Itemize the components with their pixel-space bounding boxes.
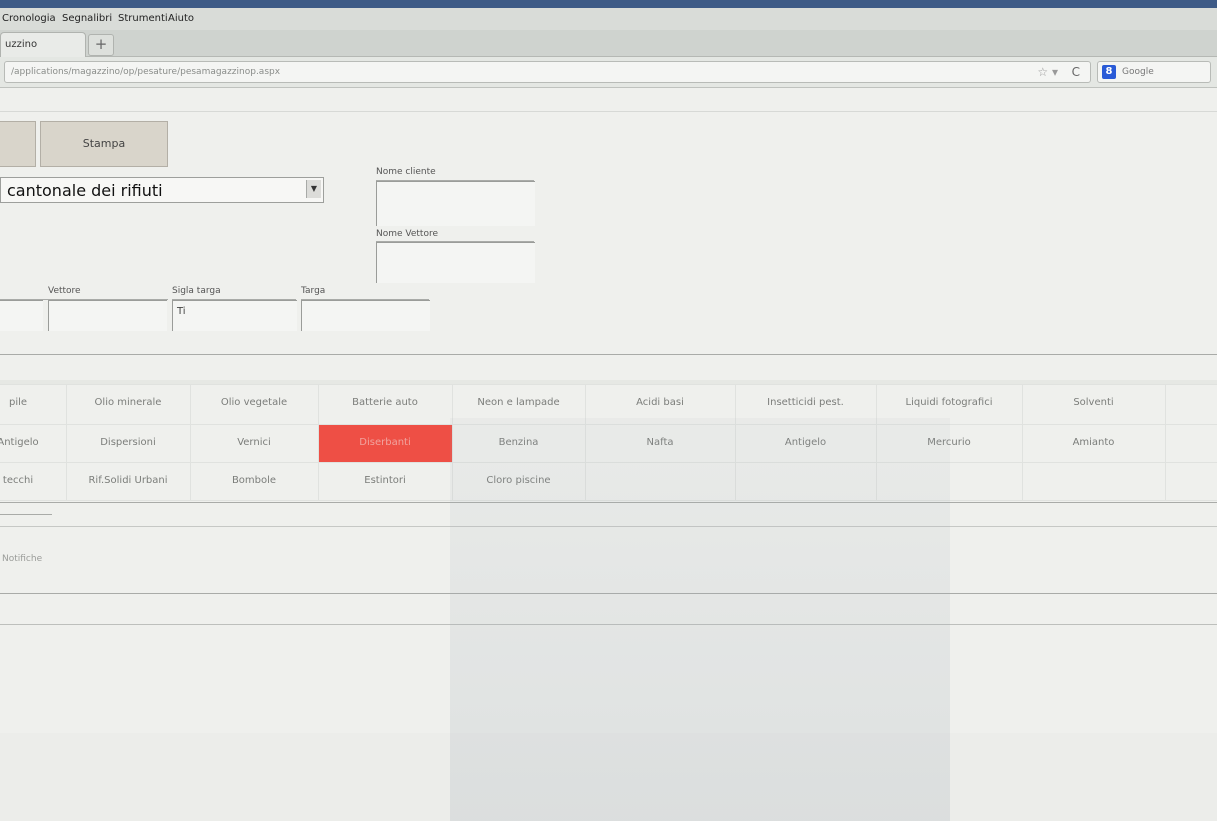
nome-cliente-label: Nome cliente	[376, 167, 436, 177]
menu-aiuto[interactable]: Aiuto	[168, 13, 194, 24]
new-tab-button[interactable]: +	[88, 34, 114, 56]
waste-type-button[interactable]: Nafta	[585, 424, 735, 462]
menu-bar: Cronologia Segnalibri Strumenti Aiuto	[0, 8, 1217, 30]
divider	[0, 111, 1217, 112]
grid-line	[1022, 384, 1023, 500]
waste-type-button[interactable]: tecchi	[0, 462, 66, 500]
site-select[interactable]: cantonale dei rifiuti ▼	[0, 177, 324, 203]
waste-type-button[interactable]: Neon e lampade	[452, 384, 585, 422]
divider	[0, 514, 52, 515]
sigla-targa-label: Sigla targa	[172, 286, 221, 296]
vettore-code-field[interactable]	[0, 300, 43, 331]
nome-vettore-label: Nome Vettore	[376, 229, 439, 239]
waste-type-button[interactable]: Vernici	[190, 424, 318, 462]
search-provider-label: Google	[1122, 67, 1154, 77]
grid-line	[0, 384, 1217, 385]
divider	[0, 526, 1217, 527]
menu-strumenti[interactable]: Strumenti	[118, 13, 168, 24]
address-url: /applications/magazzino/op/pesature/pesa…	[11, 67, 281, 77]
navigation-bar: /applications/magazzino/op/pesature/pesa…	[0, 57, 1217, 88]
waste-type-button-selected[interactable]: Diserbanti	[318, 424, 452, 462]
stampa-button[interactable]: Stampa	[40, 121, 168, 167]
divider	[0, 502, 1217, 503]
grid-line	[0, 424, 1217, 425]
waste-type-button	[585, 462, 735, 500]
sigla-targa-value: Ti	[177, 306, 186, 317]
waste-type-button[interactable]: Acidi basi	[585, 384, 735, 422]
waste-type-button[interactable]: Mercurio	[876, 424, 1022, 462]
page-content: Stampa cantonale dei rifiuti ▼ Nome clie…	[0, 88, 1217, 821]
search-engine-icon[interactable]: 8	[1102, 65, 1116, 79]
grid-line	[1165, 384, 1166, 500]
divider	[0, 624, 1217, 625]
menu-cronologia[interactable]: Cronologia	[2, 13, 56, 24]
waste-type-button[interactable]: Benzina	[452, 424, 585, 462]
bookmark-star-icon[interactable]: ☆ ▾	[1037, 65, 1058, 79]
waste-type-button[interactable]: Antigelo	[735, 424, 876, 462]
waste-type-button[interactable]: Cloro piscine	[452, 462, 585, 500]
waste-type-button[interactable]: pile	[0, 384, 66, 422]
waste-type-button[interactable]: Batterie auto	[318, 384, 452, 422]
waste-type-button[interactable]: Olio minerale	[66, 384, 190, 422]
nome-cliente-field[interactable]	[376, 181, 535, 226]
menu-segnalibri[interactable]: Segnalibri	[62, 13, 112, 24]
toolbar-button-left[interactable]	[0, 121, 36, 167]
vettore-label: Vettore	[48, 286, 81, 296]
waste-type-button[interactable]: Liquidi fotografici	[876, 384, 1022, 422]
vettore-field[interactable]	[48, 300, 167, 331]
grid-line	[318, 384, 319, 500]
waste-type-button[interactable]: Solventi	[1022, 384, 1165, 422]
grid-line	[452, 384, 453, 500]
tab-active[interactable]: uzzino	[0, 32, 86, 57]
waste-type-button[interactable]: Estintori	[318, 462, 452, 500]
waste-type-button	[1022, 462, 1165, 500]
targa-field[interactable]	[301, 300, 430, 331]
grid-line	[66, 384, 67, 500]
window-titlebar	[0, 0, 1217, 8]
waste-type-button	[735, 462, 876, 500]
waste-type-button[interactable]: Amianto	[1022, 424, 1165, 462]
waste-type-button[interactable]: Rif.Solidi Urbani	[66, 462, 190, 500]
waste-type-button[interactable]: Bombole	[190, 462, 318, 500]
waste-type-button[interactable]: Olio vegetale	[190, 384, 318, 422]
waste-type-button[interactable]: Insetticidi pest.	[735, 384, 876, 422]
search-bar[interactable]: 8 Google	[1097, 61, 1211, 83]
site-select-value: cantonale dei rifiuti	[7, 181, 163, 200]
divider	[0, 354, 1217, 355]
tab-title: uzzino	[5, 39, 38, 50]
waste-type-button[interactable]: Antigelo	[0, 424, 66, 462]
sigla-targa-field[interactable]: Ti	[172, 300, 297, 331]
grid-line	[735, 384, 736, 500]
nome-vettore-field[interactable]	[376, 242, 535, 283]
waste-type-button[interactable]: Dispersioni	[66, 424, 190, 462]
waste-type-button	[876, 462, 1022, 500]
notifiche-label: Notifiche	[2, 554, 43, 564]
grid-line	[0, 500, 1217, 501]
address-bar[interactable]: /applications/magazzino/op/pesature/pesa…	[4, 61, 1091, 83]
divider	[0, 593, 1217, 594]
grid-line	[190, 384, 191, 500]
grid-line	[876, 384, 877, 500]
reload-icon[interactable]: C	[1072, 65, 1080, 79]
grid-line	[585, 384, 586, 500]
grid-line	[0, 462, 1217, 463]
targa-label: Targa	[301, 286, 326, 296]
chevron-down-icon[interactable]: ▼	[306, 180, 321, 198]
tab-strip: uzzino +	[0, 30, 1217, 57]
